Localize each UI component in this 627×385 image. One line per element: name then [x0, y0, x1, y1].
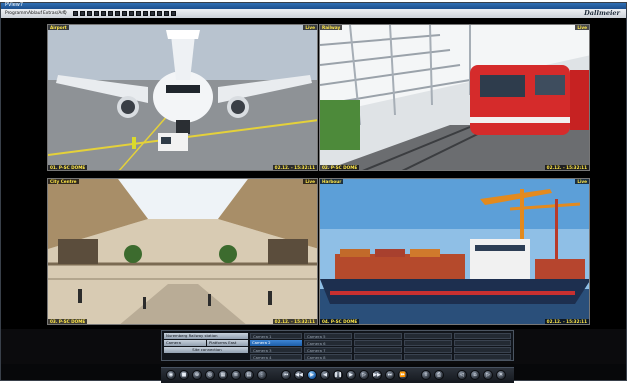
- platforms-east-header[interactable]: Platforms East: [207, 340, 248, 346]
- live-badge: Live: [575, 25, 589, 30]
- camera-icon[interactable]: ◉: [166, 370, 176, 380]
- camera-timestamp: 02.12. - 15:32:11: [544, 319, 589, 324]
- live-badge: Live: [303, 25, 317, 30]
- pause-icon[interactable]: ❚❚: [333, 370, 343, 380]
- ptz-home-icon[interactable]: ⌂: [470, 370, 480, 380]
- export-icon[interactable]: ⇪: [421, 370, 431, 380]
- camera-slot-1[interactable]: Camera 1: [250, 333, 302, 339]
- print-icon[interactable]: ⎙: [434, 370, 444, 380]
- list-icon[interactable]: ≡: [231, 370, 241, 380]
- airport-scene-image: [48, 25, 317, 170]
- camera-source-label: 03. P-SC DOME: [48, 319, 88, 324]
- zoom-icon[interactable]: ⊕: [192, 370, 202, 380]
- toolbar-layout-16-icon[interactable]: [94, 11, 99, 16]
- skip-back-icon[interactable]: ⏮: [281, 370, 291, 380]
- brand-logo: Dallmeier: [584, 9, 620, 17]
- ptz-right-icon[interactable]: ▷: [483, 370, 493, 380]
- camera-source-label: 02. P-SC DOME: [320, 165, 360, 170]
- toolbar-layout-1-icon[interactable]: [73, 11, 78, 16]
- camera-grid: Airport Live 01. P-SC DOME 02.12. - 15:3…: [1, 18, 626, 329]
- toolbar-grid-icon[interactable]: [164, 11, 169, 16]
- camera-slot-8[interactable]: Camera 8: [304, 354, 352, 360]
- camera-timestamp: 02.12. - 15:32:11: [272, 319, 317, 324]
- live-badge: Live: [575, 179, 589, 184]
- city-centre-scene-image: [48, 179, 317, 324]
- camera-tile-airport[interactable]: Airport Live 01. P-SC DOME 02.12. - 15:3…: [47, 24, 318, 171]
- control-bar: ◉ ■ ⊕ ◎ ▦ ≡ ▤ ⋮ ⏮ ◀◀ ▶ ◀ ❚❚ ▶ ▷ ▶▶ ⏭ ⏩ ⇪…: [161, 367, 514, 383]
- empty-slot[interactable]: [404, 354, 452, 360]
- toolbar-snapshot-icon[interactable]: [136, 11, 141, 16]
- empty-slot[interactable]: [404, 333, 452, 339]
- toolbar-layout-4-icon[interactable]: [80, 11, 85, 16]
- stop-icon[interactable]: ■: [179, 370, 189, 380]
- grid-icon[interactable]: ▦: [218, 370, 228, 380]
- empty-slot[interactable]: [404, 340, 452, 346]
- toolbar-layout-10-icon[interactable]: [115, 11, 120, 16]
- empty-slot[interactable]: [354, 333, 402, 339]
- camera-slot-6[interactable]: Camera 6: [304, 340, 352, 346]
- camera-source-label: 04. P-SC DOME: [320, 319, 360, 324]
- toolbar-layout-6-icon[interactable]: [101, 11, 106, 16]
- camera-name-label: Harbour: [320, 179, 344, 184]
- camera-selection-panel: Nuremberg Railway station Camera Platfor…: [161, 330, 514, 361]
- menu-help[interactable]: ?: [63, 10, 65, 17]
- toolbar-settings-icon[interactable]: [157, 11, 162, 16]
- empty-slot[interactable]: [354, 340, 402, 346]
- camera-slot-2[interactable]: Camera 2: [250, 340, 302, 346]
- toolbar-play-icon[interactable]: [150, 11, 155, 16]
- camera-source-label: 01. P-SC DOME: [48, 165, 88, 170]
- focus-icon[interactable]: ◎: [205, 370, 215, 380]
- camera-name-label: Railway: [320, 25, 343, 30]
- camera-timestamp: 02.12. - 15:32:11: [544, 165, 589, 170]
- step-back-icon[interactable]: ◀: [320, 370, 330, 380]
- toolbar-list-icon[interactable]: [171, 11, 176, 16]
- toolbar-layout-9-icon[interactable]: [87, 11, 92, 16]
- empty-slot[interactable]: [404, 347, 452, 353]
- empty-slot[interactable]: [354, 354, 402, 360]
- site-connection-header[interactable]: Site connection: [164, 347, 248, 353]
- railway-scene-image: [320, 25, 589, 170]
- window-title: PView7: [5, 2, 24, 8]
- empty-slot[interactable]: [454, 347, 511, 353]
- play-icon[interactable]: ▶: [346, 370, 356, 380]
- empty-slot[interactable]: [454, 340, 511, 346]
- empty-slot[interactable]: [454, 354, 511, 360]
- camera-slot-4[interactable]: Camera 4: [250, 354, 302, 360]
- layout-icon[interactable]: ▤: [244, 370, 254, 380]
- fast-forward-icon[interactable]: ▶▶: [372, 370, 382, 380]
- skip-forward-icon[interactable]: ⏭: [385, 370, 395, 380]
- camera-name-label: Airport: [48, 25, 69, 30]
- toolbar-fullscreen-icon[interactable]: [129, 11, 134, 16]
- ptz-left-icon[interactable]: ◁: [457, 370, 467, 380]
- harbour-scene-image: [320, 179, 589, 324]
- menu-programm[interactable]: Programm: [5, 10, 28, 17]
- camera-slot-7[interactable]: Camera 7: [304, 347, 352, 353]
- toolbar-layout-8-icon[interactable]: [108, 11, 113, 16]
- live-play-icon[interactable]: ▶: [307, 370, 317, 380]
- camera-slot-5[interactable]: Camera 5: [304, 333, 352, 339]
- menu-ablauf[interactable]: Ablauf: [28, 10, 42, 17]
- camera-column-header[interactable]: Camera: [164, 340, 206, 346]
- step-forward-icon[interactable]: ▷: [359, 370, 369, 380]
- toolbar-record-icon[interactable]: [143, 11, 148, 16]
- jump-end-icon[interactable]: ⏩: [398, 370, 408, 380]
- camera-name-label: City Centre: [48, 179, 79, 184]
- camera-tile-city-centre[interactable]: City Centre Live 03. P-SC DOME 02.12. - …: [47, 178, 318, 325]
- app-window: PView7 Programm Ablauf Extras/ArQ ? Dall…: [0, 2, 627, 383]
- toolbar-layout-13-icon[interactable]: [122, 11, 127, 16]
- camera-tile-railway[interactable]: Railway Live 02. P-SC DOME 02.12. - 15:3…: [319, 24, 590, 171]
- empty-slot[interactable]: [454, 333, 511, 339]
- live-badge: Live: [303, 179, 317, 184]
- camera-tile-harbour[interactable]: Harbour Live 04. P-SC DOME 02.12. - 15:3…: [319, 178, 590, 325]
- ptz-close-icon[interactable]: ✕: [496, 370, 506, 380]
- rewind-icon[interactable]: ◀◀: [294, 370, 304, 380]
- tree-icon[interactable]: ⋮: [257, 370, 267, 380]
- camera-timestamp: 02.12. - 15:32:11: [272, 165, 317, 170]
- location-header[interactable]: Nuremberg Railway station: [164, 333, 248, 339]
- camera-slot-3[interactable]: Camera 3: [250, 347, 302, 353]
- empty-slot[interactable]: [354, 347, 402, 353]
